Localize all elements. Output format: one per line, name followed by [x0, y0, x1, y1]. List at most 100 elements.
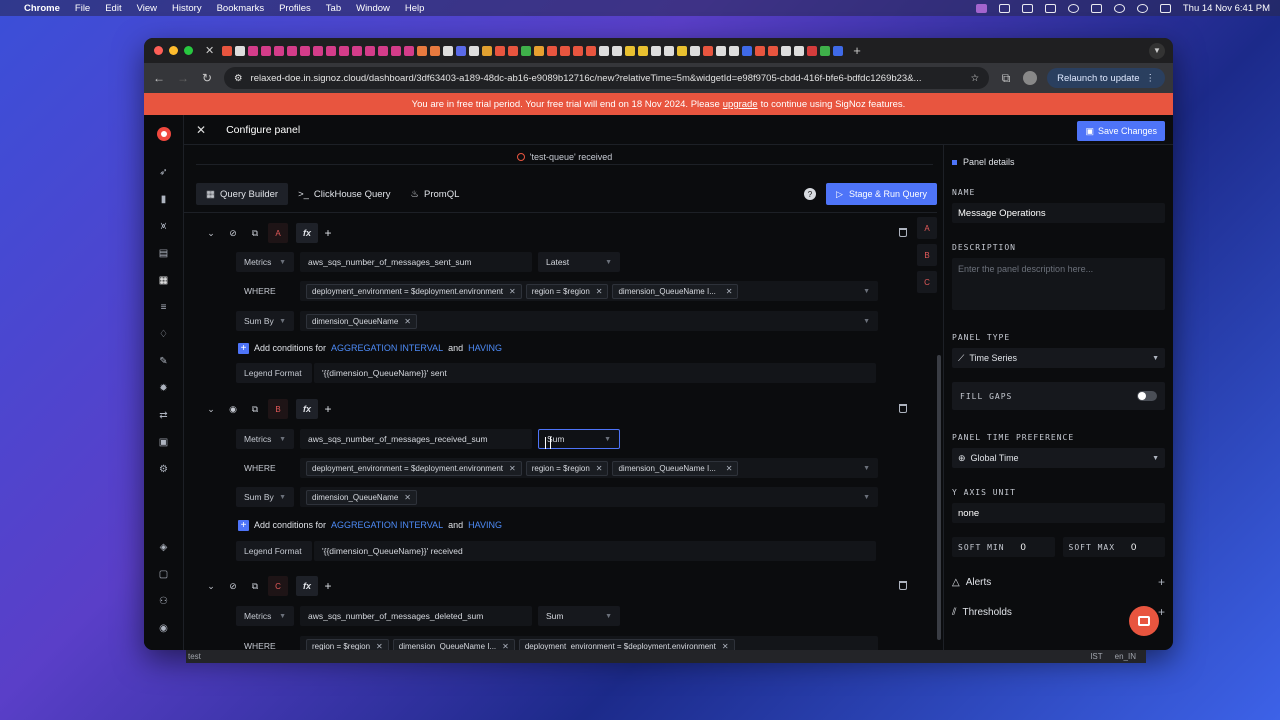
save-changes-button[interactable]: ▣ Save Changes: [1077, 121, 1165, 141]
tab-favicon[interactable]: [612, 45, 623, 56]
control-center-icon[interactable]: [1159, 3, 1171, 13]
filter-chip[interactable]: dimension_QueueName I... ✕: [612, 460, 739, 476]
filter-chip[interactable]: dimension_QueueName I... ✕: [612, 283, 739, 299]
zoom-window-button[interactable]: [184, 46, 193, 55]
tab-favicon[interactable]: [404, 45, 415, 56]
tab-favicon[interactable]: [300, 45, 311, 56]
remove-chip-icon[interactable]: ✕: [404, 317, 411, 326]
tab-favicon[interactable]: [794, 45, 805, 56]
remove-chip-icon[interactable]: ✕: [596, 464, 603, 473]
menubar-clock[interactable]: Thu 14 Nov 6:41 PM: [1183, 3, 1270, 14]
delete-query-icon[interactable]: [899, 404, 907, 413]
metrics-select[interactable]: Metrics ▼: [236, 606, 294, 626]
menu-help[interactable]: Help: [405, 3, 425, 14]
close-window-button[interactable]: [154, 46, 163, 55]
tab-favicon[interactable]: [729, 45, 740, 56]
profile-avatar[interactable]: [1023, 71, 1038, 85]
alerts-row[interactable]: △ Alerts +: [952, 575, 1165, 589]
tab-favicon[interactable]: [378, 45, 389, 56]
add-query-icon[interactable]: +: [318, 576, 338, 596]
groupby-chip[interactable]: dimension_QueueName ✕: [306, 313, 417, 329]
query-nav-c[interactable]: C: [917, 271, 937, 293]
search-icon[interactable]: [1136, 3, 1148, 13]
tab-favicon[interactable]: [274, 45, 285, 56]
tab-favicon[interactable]: [222, 45, 233, 56]
traces-icon[interactable]: ⩙: [157, 220, 171, 234]
add-formula-icon[interactable]: fx: [296, 223, 318, 243]
remove-chip-icon[interactable]: ✕: [509, 464, 516, 473]
menu-history[interactable]: History: [172, 3, 202, 14]
forward-icon[interactable]: →: [176, 71, 190, 85]
groupby-chip[interactable]: dimension_QueueName ✕: [306, 489, 417, 505]
new-tab-button[interactable]: +: [853, 43, 861, 58]
collapse-chevron-icon[interactable]: ⌄: [200, 223, 222, 243]
tab-favicon[interactable]: [807, 45, 818, 56]
tab-favicon[interactable]: [703, 45, 714, 56]
tab-favicon[interactable]: [508, 45, 519, 56]
chevron-down-icon[interactable]: ▼: [863, 494, 870, 501]
tab-favicon[interactable]: [534, 45, 545, 56]
play-icon[interactable]: [1067, 3, 1079, 13]
tab-favicon[interactable]: [417, 45, 428, 56]
menu-tab[interactable]: Tab: [326, 3, 341, 14]
chevron-down-icon[interactable]: ▼: [863, 288, 870, 295]
tab-favicon[interactable]: [352, 45, 363, 56]
wifi-icon[interactable]: [1113, 3, 1125, 13]
tab-favicon[interactable]: [339, 45, 350, 56]
remove-chip-icon[interactable]: ✕: [376, 642, 383, 651]
tab-favicon[interactable]: [261, 45, 272, 56]
add-conditions-link[interactable]: + Add conditions for AGGREGATION INTERVA…: [238, 517, 502, 533]
metrics-select[interactable]: Metrics ▼: [236, 252, 294, 272]
signoz-logo[interactable]: [156, 127, 171, 141]
tab-favicon[interactable]: [235, 45, 246, 56]
close-tab-icon[interactable]: ✕: [205, 44, 214, 57]
hide-query-eye-icon[interactable]: ⊘: [222, 576, 244, 596]
url-text[interactable]: relaxed-doe.in.signoz.cloud/dashboard/3d…: [251, 73, 963, 84]
delete-query-icon[interactable]: [899, 581, 907, 590]
tab-favicon[interactable]: [833, 45, 844, 56]
remove-chip-icon[interactable]: ✕: [726, 287, 733, 296]
add-threshold-icon[interactable]: +: [1158, 605, 1165, 619]
tab-favicon[interactable]: [638, 45, 649, 56]
tab-favicon[interactable]: [586, 45, 597, 56]
tab-favicon[interactable]: [625, 45, 636, 56]
intercom-chat-button[interactable]: [1129, 606, 1159, 636]
aggregation-select[interactable]: Sum ▼: [538, 606, 620, 626]
filter-chip[interactable]: region = $region ✕: [525, 283, 609, 299]
pipelines-icon[interactable]: ⇄: [157, 409, 171, 423]
remove-chip-icon[interactable]: ✕: [509, 287, 516, 296]
add-query-icon[interactable]: +: [318, 223, 338, 243]
add-alert-icon[interactable]: +: [1158, 575, 1165, 589]
query-nav-a[interactable]: A: [917, 217, 937, 239]
where-filter-input[interactable]: deployment_environment = $deployment.env…: [300, 458, 878, 478]
tab-search-icon[interactable]: ▼: [1149, 42, 1165, 59]
tab-favicon[interactable]: [287, 45, 298, 56]
collapse-chevron-icon[interactable]: ⌄: [200, 399, 222, 419]
chevron-down-icon[interactable]: ▼: [863, 465, 870, 472]
tab-favicon[interactable]: [326, 45, 337, 56]
tab-favicon[interactable]: [482, 45, 493, 56]
metric-name-input[interactable]: aws_sqs_number_of_messages_sent_sum: [300, 252, 532, 272]
soft-max-input[interactable]: SOFT MAX 0: [1062, 537, 1165, 557]
metric-name-input[interactable]: aws_sqs_number_of_messages_received_sum: [300, 429, 532, 449]
rocket-icon[interactable]: ➶: [157, 166, 171, 180]
menu-view[interactable]: View: [137, 3, 157, 14]
query-nav-b[interactable]: B: [917, 244, 937, 266]
tab-favicon[interactable]: [456, 45, 467, 56]
stage-run-query-button[interactable]: ▷ Stage & Run Query: [826, 183, 937, 205]
logs-icon[interactable]: ▤: [157, 247, 171, 261]
tab-favicon[interactable]: [820, 45, 831, 56]
remove-chip-icon[interactable]: ✕: [726, 464, 733, 473]
menu-edit[interactable]: Edit: [105, 3, 121, 14]
copy-query-icon[interactable]: ⧉: [244, 223, 266, 243]
add-conditions-link[interactable]: + Add conditions for AGGREGATION INTERVA…: [238, 340, 502, 356]
tab-favicon[interactable]: [430, 45, 441, 56]
panel-description-textarea[interactable]: Enter the panel description here...: [952, 258, 1165, 310]
minimize-window-button[interactable]: [169, 46, 178, 55]
copy-query-icon[interactable]: ⧉: [244, 399, 266, 419]
services-icon[interactable]: ▮: [157, 193, 171, 207]
menu-app[interactable]: Chrome: [24, 3, 60, 14]
battery-icon[interactable]: [1090, 3, 1102, 13]
dashboards-icon[interactable]: ▦: [157, 274, 171, 288]
tab-favicon[interactable]: [248, 45, 259, 56]
